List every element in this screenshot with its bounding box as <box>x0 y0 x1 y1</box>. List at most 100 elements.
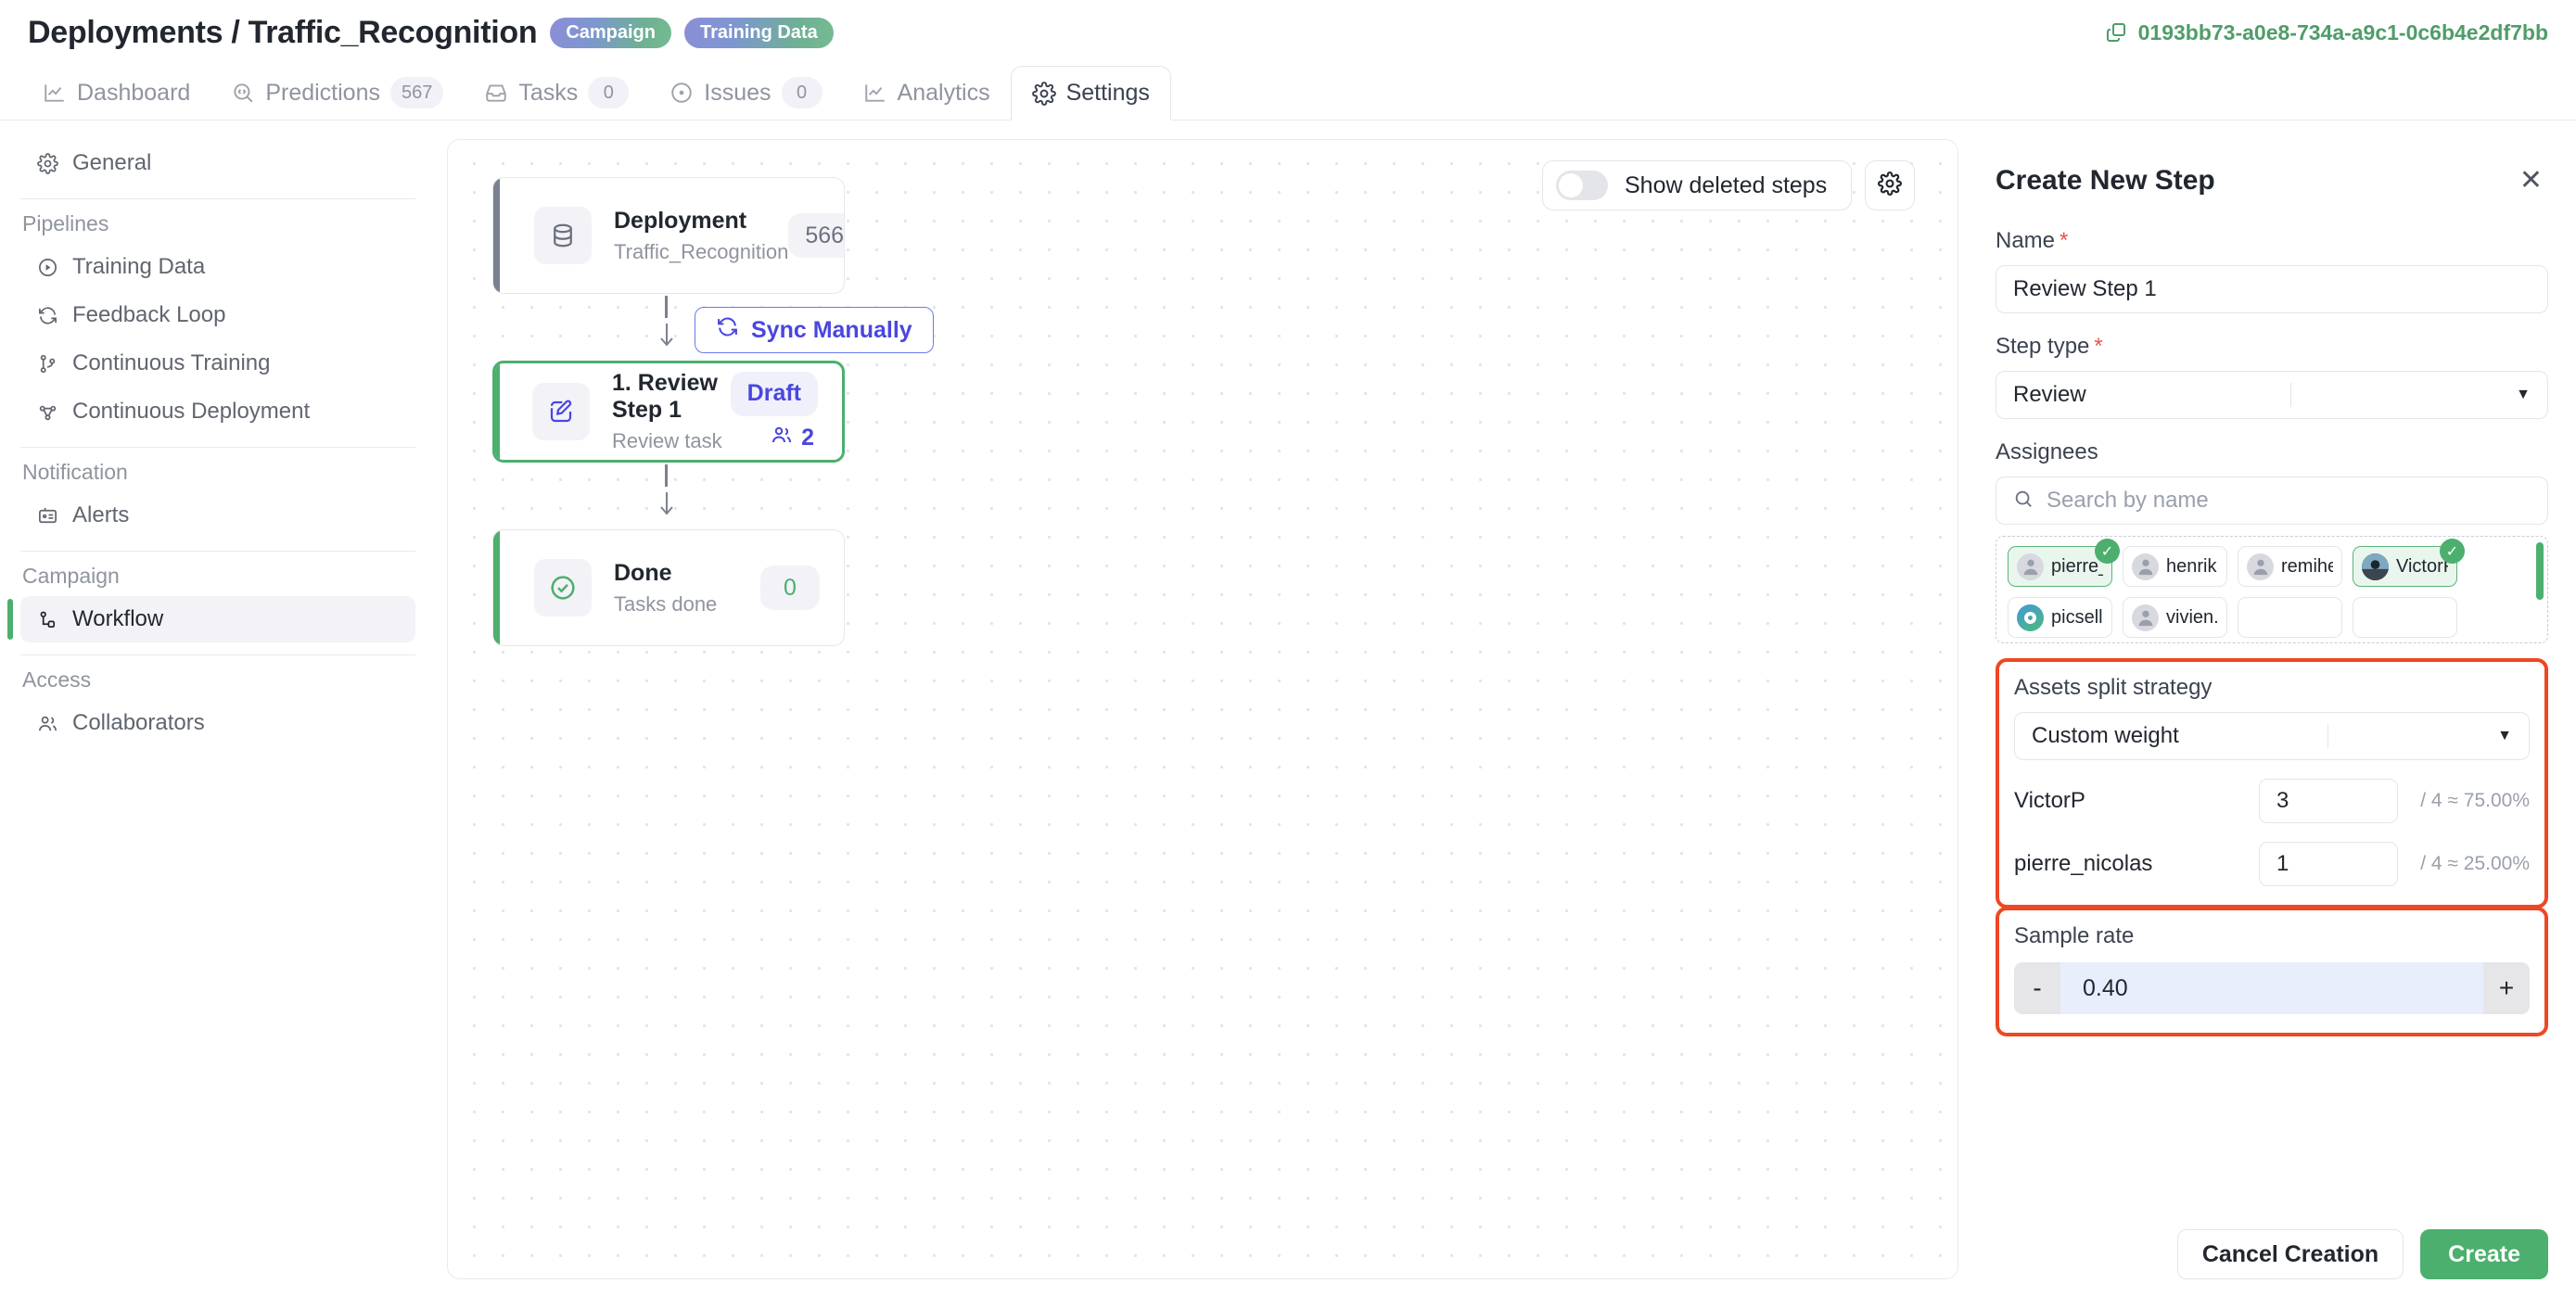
step-title: 1. Review Step 1 <box>612 370 718 423</box>
tab-label: Issues <box>704 79 772 106</box>
tab-count-badge: 567 <box>389 77 444 108</box>
required-marker: * <box>2060 228 2069 253</box>
tab-predictions[interactable]: Predictions 567 <box>210 66 464 120</box>
refresh-loop-icon <box>35 305 59 326</box>
required-marker: * <box>2094 334 2103 359</box>
tab-label: Settings <box>1065 80 1150 106</box>
split-strategy-label: Assets split strategy <box>2014 675 2213 700</box>
check-icon: ✓ <box>2440 539 2465 564</box>
arrow-down-icon <box>657 322 676 354</box>
workflow-step-deployment[interactable]: Deployment Traffic_Recognition 566 <box>492 177 845 294</box>
step-assignee-count: 2 <box>771 424 818 452</box>
sample-rate-stepper[interactable]: - 0.40 + <box>2014 962 2530 1014</box>
copy-icon[interactable] <box>2105 21 2127 44</box>
step-accent-bar <box>495 363 500 460</box>
workflow-canvas[interactable]: Show deleted steps Deployment Traffic_Re… <box>447 139 1958 1279</box>
inbox-icon <box>484 81 508 105</box>
sidebar-item-label: Continuous Deployment <box>72 399 311 424</box>
assignee-name: pierre_... <box>2051 555 2103 577</box>
sync-manually-label: Sync Manually <box>751 316 912 343</box>
step-type-select[interactable]: Review ▼ <box>1996 371 2548 419</box>
assignee-list-scrollbar[interactable] <box>2536 542 2544 600</box>
tab-bar: Dashboard Predictions 567 Tasks 0 Issues… <box>0 65 2576 121</box>
workflow-step-review[interactable]: 1. Review Step 1 Review task Draft 2 <box>492 361 845 463</box>
assignee-chip[interactable] <box>2238 597 2342 638</box>
panel-header: Create New Step ✕ <box>1996 139 2548 208</box>
sidebar-item-general[interactable]: General <box>20 140 415 186</box>
sidebar-item-continuous-deployment[interactable]: Continuous Deployment <box>20 388 415 435</box>
assignee-chip[interactable]: picselli... <box>2008 597 2112 638</box>
connector-1 <box>660 296 673 353</box>
arrow-down-icon <box>657 490 676 523</box>
step-type-field-label: Step type * <box>1996 334 2103 359</box>
create-step-panel: Create New Step ✕ Name * Review Step 1 S… <box>1968 139 2576 1296</box>
assignee-name: picselli... <box>2051 606 2103 628</box>
name-input[interactable]: Review Step 1 <box>1996 265 2548 313</box>
refresh-loop-icon <box>716 315 739 345</box>
tab-label: Analytics <box>897 79 990 106</box>
deployment-id-text: 0193bb73-a0e8-734a-a9c1-0c6b4e2df7bb <box>2137 19 2548 44</box>
badge-campaign: Campaign <box>550 17 671 48</box>
workflow-step-done[interactable]: Done Tasks done 0 <box>492 529 845 646</box>
weight-row: VictorP 3 / 4 ≈ 75.00% <box>2014 779 2530 823</box>
assignee-chip[interactable]: remihe... <box>2238 546 2342 587</box>
app-root: Deployments / Traffic_Recognition Campai… <box>0 0 2576 1296</box>
split-strategy-select[interactable]: Custom weight ▼ <box>2014 712 2530 760</box>
sync-manually-button[interactable]: Sync Manually <box>695 307 934 353</box>
tab-settings[interactable]: Settings <box>1010 66 1171 121</box>
tab-issues[interactable]: Issues 0 <box>649 66 842 120</box>
weight-fraction: / 4 ≈ 75.00% <box>2420 790 2530 811</box>
step-text-block: Done Tasks done <box>614 560 717 616</box>
split-strategy-value: Custom weight <box>2032 723 2179 748</box>
cancel-creation-button[interactable]: Cancel Creation <box>2176 1229 2404 1279</box>
assignee-chip[interactable]: VictorP ✓ <box>2353 539 2465 587</box>
sidebar-item-workflow[interactable]: Workflow <box>7 596 415 642</box>
sidebar-item-continuous-training[interactable]: Continuous Training <box>20 340 415 387</box>
assignee-chip[interactable]: henrik.... <box>2123 546 2227 587</box>
sidebar-item-label: Collaborators <box>72 710 205 735</box>
sidebar-divider <box>20 198 415 199</box>
weight-input[interactable]: 3 <box>2259 779 2398 823</box>
avatar <box>2247 553 2274 580</box>
connector-line <box>665 464 668 487</box>
assignee-search-input[interactable]: Search by name <box>1996 476 2548 525</box>
assignee-list[interactable]: pierre_... ✓ henrik.... remihe... <box>1996 536 2548 643</box>
sidebar-item-training-data[interactable]: Training Data <box>20 244 415 290</box>
gear-icon <box>1878 171 1903 200</box>
toggle-switch[interactable] <box>1556 171 1608 200</box>
select-divider <box>2289 383 2291 407</box>
badge-training-data: Training Data <box>684 17 834 48</box>
assets-split-strategy-section: Assets split strategy Custom weight ▼ Vi… <box>1996 658 2548 908</box>
canvas-settings-button[interactable] <box>1865 160 1916 210</box>
tab-tasks[interactable]: Tasks 0 <box>464 66 649 120</box>
sidebar-item-feedback-loop[interactable]: Feedback Loop <box>20 292 415 338</box>
assignee-chip[interactable]: pierre_... ✓ <box>2008 539 2120 587</box>
users-icon <box>35 713 59 734</box>
play-circle-icon <box>35 257 59 278</box>
workflow-nodes-icon <box>35 609 59 630</box>
panel-title: Create New Step <box>1996 165 2215 196</box>
assignee-chip[interactable]: vivien.r... <box>2123 597 2227 638</box>
sample-rate-decrement-button[interactable]: - <box>2014 962 2060 1014</box>
assignee-chip[interactable] <box>2353 597 2457 638</box>
sidebar-item-collaborators[interactable]: Collaborators <box>20 700 415 746</box>
avatar <box>2017 553 2044 580</box>
deployment-id-block[interactable]: 0193bb73-a0e8-734a-a9c1-0c6b4e2df7bb <box>2105 20 2548 45</box>
close-icon[interactable]: ✕ <box>2514 163 2548 198</box>
show-deleted-steps-toggle[interactable]: Show deleted steps <box>1542 160 1853 210</box>
gear-icon <box>35 152 59 174</box>
weight-input[interactable]: 1 <box>2259 842 2398 886</box>
database-icon <box>534 207 592 264</box>
weight-input-value: 3 <box>2276 788 2289 813</box>
sample-rate-increment-button[interactable]: + <box>2483 962 2530 1014</box>
tab-dashboard[interactable]: Dashboard <box>22 66 210 120</box>
tab-analytics[interactable]: Analytics <box>843 66 1011 120</box>
sidebar-item-alerts[interactable]: Alerts <box>20 492 415 539</box>
name-field-label: Name * <box>1996 228 2069 253</box>
sidebar-divider <box>20 654 415 655</box>
sidebar-item-label: Feedback Loop <box>72 302 226 327</box>
sample-rate-value[interactable]: 0.40 <box>2060 962 2483 1014</box>
avatar <box>2362 553 2389 580</box>
create-button[interactable]: Create <box>2420 1229 2548 1279</box>
step-accent-bar <box>493 178 500 293</box>
